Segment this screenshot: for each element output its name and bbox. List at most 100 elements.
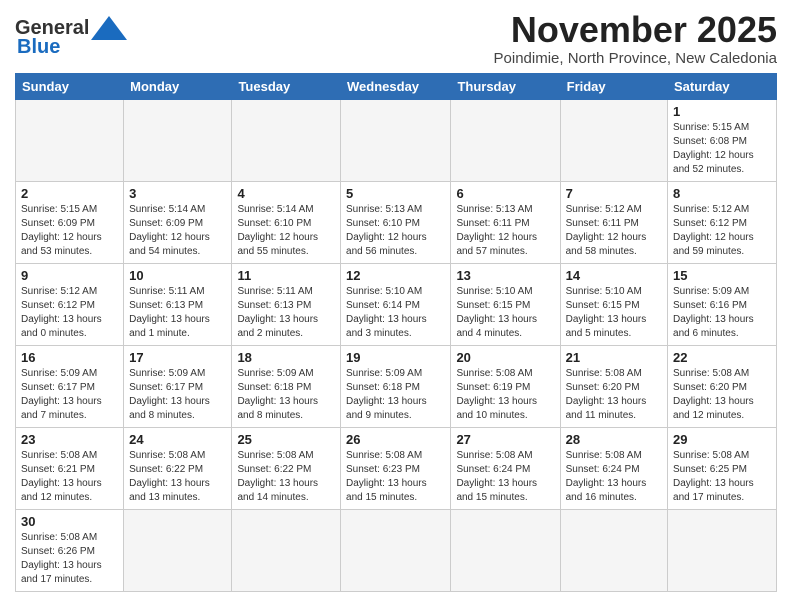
calendar-cell — [341, 509, 451, 591]
day-info: Sunrise: 5:08 AM Sunset: 6:22 PM Dayligh… — [237, 449, 335, 505]
day-info: Sunrise: 5:09 AM Sunset: 6:18 PM Dayligh… — [346, 367, 445, 423]
logo-blue-text: Blue — [17, 36, 60, 59]
title-area: November 2025 Poindimie, North Province,… — [494, 10, 777, 67]
day-number: 23 — [21, 432, 118, 447]
calendar-cell: 9 Sunrise: 5:12 AM Sunset: 6:12 PM Daylig… — [16, 263, 124, 345]
day-number: 12 — [346, 268, 445, 283]
day-info: Sunrise: 5:08 AM Sunset: 6:20 PM Dayligh… — [673, 367, 771, 423]
day-info: Sunrise: 5:08 AM Sunset: 6:19 PM Dayligh… — [456, 367, 554, 423]
calendar-cell: 22 Sunrise: 5:08 AM Sunset: 6:20 PM Dayli… — [668, 345, 777, 427]
calendar-cell: 24 Sunrise: 5:08 AM Sunset: 6:22 PM Dayli… — [124, 427, 232, 509]
day-number: 4 — [237, 186, 335, 201]
day-info: Sunrise: 5:08 AM Sunset: 6:24 PM Dayligh… — [566, 449, 662, 505]
day-info: Sunrise: 5:08 AM Sunset: 6:26 PM Dayligh… — [21, 531, 118, 587]
day-info: Sunrise: 5:11 AM Sunset: 6:13 PM Dayligh… — [237, 285, 335, 341]
day-number: 29 — [673, 432, 771, 447]
calendar-cell — [451, 509, 560, 591]
day-info: Sunrise: 5:14 AM Sunset: 6:09 PM Dayligh… — [129, 203, 226, 259]
day-info: Sunrise: 5:08 AM Sunset: 6:25 PM Dayligh… — [673, 449, 771, 505]
day-number: 2 — [21, 186, 118, 201]
calendar-cell: 19 Sunrise: 5:09 AM Sunset: 6:18 PM Dayli… — [341, 345, 451, 427]
weekday-header-friday: Friday — [560, 73, 667, 99]
day-info: Sunrise: 5:08 AM Sunset: 6:20 PM Dayligh… — [566, 367, 662, 423]
calendar-cell: 25 Sunrise: 5:08 AM Sunset: 6:22 PM Dayli… — [232, 427, 341, 509]
day-number: 3 — [129, 186, 226, 201]
weekday-header-thursday: Thursday — [451, 73, 560, 99]
day-info: Sunrise: 5:10 AM Sunset: 6:15 PM Dayligh… — [566, 285, 662, 341]
day-number: 19 — [346, 350, 445, 365]
day-info: Sunrise: 5:15 AM Sunset: 6:09 PM Dayligh… — [21, 203, 118, 259]
day-number: 11 — [237, 268, 335, 283]
day-number: 17 — [129, 350, 226, 365]
day-number: 7 — [566, 186, 662, 201]
day-info: Sunrise: 5:12 AM Sunset: 6:12 PM Dayligh… — [21, 285, 118, 341]
calendar-cell: 7 Sunrise: 5:12 AM Sunset: 6:11 PM Daylig… — [560, 181, 667, 263]
calendar-cell: 10Sunrise: 5:11 AM Sunset: 6:13 PM Dayli… — [124, 263, 232, 345]
week-row-2: 2 Sunrise: 5:15 AM Sunset: 6:09 PM Daylig… — [16, 181, 777, 263]
calendar-cell — [124, 99, 232, 181]
day-info: Sunrise: 5:09 AM Sunset: 6:17 PM Dayligh… — [21, 367, 118, 423]
week-row-3: 9 Sunrise: 5:12 AM Sunset: 6:12 PM Daylig… — [16, 263, 777, 345]
day-info: Sunrise: 5:12 AM Sunset: 6:11 PM Dayligh… — [566, 203, 662, 259]
day-info: Sunrise: 5:12 AM Sunset: 6:12 PM Dayligh… — [673, 203, 771, 259]
day-info: Sunrise: 5:09 AM Sunset: 6:18 PM Dayligh… — [237, 367, 335, 423]
calendar-cell: 26 Sunrise: 5:08 AM Sunset: 6:23 PM Dayli… — [341, 427, 451, 509]
day-info: Sunrise: 5:08 AM Sunset: 6:21 PM Dayligh… — [21, 449, 118, 505]
day-info: Sunrise: 5:08 AM Sunset: 6:23 PM Dayligh… — [346, 449, 445, 505]
day-number: 18 — [237, 350, 335, 365]
calendar-cell: 29 Sunrise: 5:08 AM Sunset: 6:25 PM Dayli… — [668, 427, 777, 509]
day-number: 9 — [21, 268, 118, 283]
calendar-cell: 11 Sunrise: 5:11 AM Sunset: 6:13 PM Dayli… — [232, 263, 341, 345]
day-number: 15 — [673, 268, 771, 283]
day-number: 1 — [673, 104, 771, 119]
calendar-cell: 21 Sunrise: 5:08 AM Sunset: 6:20 PM Dayli… — [560, 345, 667, 427]
day-info: Sunrise: 5:08 AM Sunset: 6:22 PM Dayligh… — [129, 449, 226, 505]
day-number: 21 — [566, 350, 662, 365]
weekday-header-saturday: Saturday — [668, 73, 777, 99]
day-number: 26 — [346, 432, 445, 447]
day-number: 14 — [566, 268, 662, 283]
day-number: 6 — [456, 186, 554, 201]
calendar-cell: 2 Sunrise: 5:15 AM Sunset: 6:09 PM Daylig… — [16, 181, 124, 263]
calendar-cell — [124, 509, 232, 591]
calendar-cell: 1Sunrise: 5:15 AM Sunset: 6:08 PM Daylig… — [668, 99, 777, 181]
calendar-cell: 18 Sunrise: 5:09 AM Sunset: 6:18 PM Dayli… — [232, 345, 341, 427]
calendar-cell — [668, 509, 777, 591]
weekday-header-tuesday: Tuesday — [232, 73, 341, 99]
day-info: Sunrise: 5:13 AM Sunset: 6:11 PM Dayligh… — [456, 203, 554, 259]
calendar-cell: 3 Sunrise: 5:14 AM Sunset: 6:09 PM Daylig… — [124, 181, 232, 263]
day-number: 24 — [129, 432, 226, 447]
calendar-cell — [560, 99, 667, 181]
calendar-cell: 12 Sunrise: 5:10 AM Sunset: 6:14 PM Dayli… — [341, 263, 451, 345]
calendar-cell: 13 Sunrise: 5:10 AM Sunset: 6:15 PM Dayli… — [451, 263, 560, 345]
day-number: 20 — [456, 350, 554, 365]
calendar-cell: 27Sunrise: 5:08 AM Sunset: 6:24 PM Dayli… — [451, 427, 560, 509]
day-info: Sunrise: 5:14 AM Sunset: 6:10 PM Dayligh… — [237, 203, 335, 259]
calendar-table: SundayMondayTuesdayWednesdayThursdayFrid… — [15, 73, 777, 592]
calendar-cell: 8Sunrise: 5:12 AM Sunset: 6:12 PM Daylig… — [668, 181, 777, 263]
logo-shape-icon — [91, 14, 127, 42]
day-number: 22 — [673, 350, 771, 365]
calendar-cell: 15Sunrise: 5:09 AM Sunset: 6:16 PM Dayli… — [668, 263, 777, 345]
weekday-header-wednesday: Wednesday — [341, 73, 451, 99]
day-info: Sunrise: 5:13 AM Sunset: 6:10 PM Dayligh… — [346, 203, 445, 259]
calendar-cell — [341, 99, 451, 181]
day-number: 5 — [346, 186, 445, 201]
calendar-cell: 6 Sunrise: 5:13 AM Sunset: 6:11 PM Daylig… — [451, 181, 560, 263]
calendar-cell: 30Sunrise: 5:08 AM Sunset: 6:26 PM Dayli… — [16, 509, 124, 591]
day-info: Sunrise: 5:10 AM Sunset: 6:15 PM Dayligh… — [456, 285, 554, 341]
calendar-cell — [16, 99, 124, 181]
day-number: 25 — [237, 432, 335, 447]
logo: General Blue — [15, 10, 127, 59]
calendar-cell: 14 Sunrise: 5:10 AM Sunset: 6:15 PM Dayli… — [560, 263, 667, 345]
calendar-cell: 20 Sunrise: 5:08 AM Sunset: 6:19 PM Dayli… — [451, 345, 560, 427]
calendar-cell — [451, 99, 560, 181]
weekday-header-row: SundayMondayTuesdayWednesdayThursdayFrid… — [16, 73, 777, 99]
day-number: 16 — [21, 350, 118, 365]
week-row-4: 16 Sunrise: 5:09 AM Sunset: 6:17 PM Dayli… — [16, 345, 777, 427]
day-number: 13 — [456, 268, 554, 283]
day-number: 28 — [566, 432, 662, 447]
month-title: November 2025 — [494, 10, 777, 50]
day-info: Sunrise: 5:10 AM Sunset: 6:14 PM Dayligh… — [346, 285, 445, 341]
calendar-cell — [232, 99, 341, 181]
